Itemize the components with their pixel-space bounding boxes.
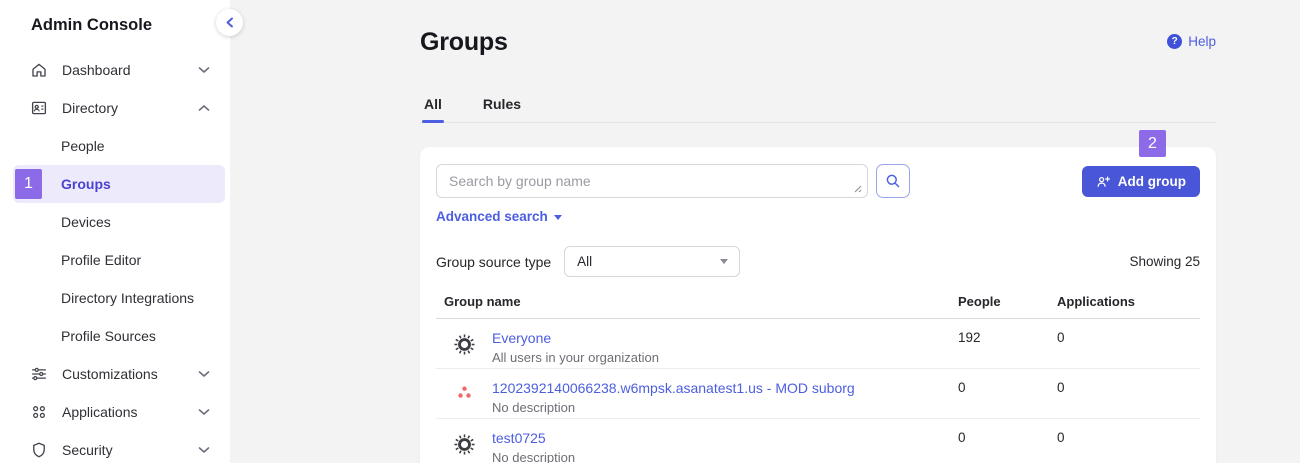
- advanced-search-label: Advanced search: [436, 209, 548, 224]
- sidebar-nav: Dashboard Directory People 1 Groups: [0, 51, 230, 463]
- groups-table: Group name People Applications Everyone …: [436, 294, 1200, 463]
- table-header: Group name People Applications: [436, 294, 1200, 319]
- sidebar-item-label: Profile Sources: [61, 328, 156, 344]
- table-row: Everyone All users in your organization …: [436, 319, 1200, 369]
- tab-rules[interactable]: Rules: [481, 96, 523, 122]
- asana-dots-icon: [436, 380, 492, 402]
- sidebar-item-label: Profile Editor: [61, 252, 141, 268]
- sidebar-item-label: Security: [62, 442, 113, 458]
- group-name-cell: Everyone All users in your organization: [492, 330, 958, 364]
- caret-down-icon: [554, 215, 562, 220]
- table-row: test0725 No description 0 0: [436, 419, 1200, 463]
- sidebar-item-label: Directory Integrations: [61, 290, 194, 306]
- column-people: People: [958, 294, 1057, 309]
- sidebar-item-groups[interactable]: 1 Groups: [13, 165, 225, 203]
- group-source-type-label: Group source type: [436, 254, 551, 270]
- sidebar: Admin Console Dashboard Directory: [0, 0, 230, 463]
- sidebar-item-dashboard[interactable]: Dashboard: [0, 51, 230, 89]
- sidebar-item-applications[interactable]: Applications: [0, 393, 230, 431]
- applications-count: 0: [1057, 380, 1200, 395]
- people-count: 0: [958, 430, 1057, 445]
- shield-icon: [30, 441, 49, 460]
- table-row: 1202392140066238.w6mpsk.asanatest1.us - …: [436, 369, 1200, 419]
- main-content: Groups ? Help All Rules 2: [230, 0, 1300, 463]
- group-name-cell: 1202392140066238.w6mpsk.asanatest1.us - …: [492, 380, 958, 414]
- sidebar-item-people[interactable]: People: [0, 127, 230, 165]
- app-grid-icon: [30, 403, 49, 422]
- add-group-icon: [1096, 174, 1111, 189]
- group-name-link[interactable]: test0725: [492, 431, 546, 446]
- resize-grip-icon[interactable]: [853, 184, 862, 193]
- step-annotation-1: 1: [15, 169, 42, 199]
- sidebar-item-devices[interactable]: Devices: [0, 203, 230, 241]
- help-label: Help: [1188, 34, 1216, 49]
- group-source-type-select[interactable]: All: [564, 246, 740, 277]
- group-description: All users in your organization: [492, 351, 958, 364]
- tab-bar: All Rules: [420, 96, 1216, 123]
- people-count: 0: [958, 380, 1057, 395]
- applications-count: 0: [1057, 330, 1200, 345]
- app-root: Admin Console Dashboard Directory: [0, 0, 1300, 463]
- group-name-cell: test0725 No description: [492, 430, 958, 463]
- step-annotation-2: 2: [1139, 130, 1166, 157]
- sidebar-item-profile-editor[interactable]: Profile Editor: [0, 241, 230, 279]
- group-description: No description: [492, 401, 958, 414]
- caret-down-icon: [720, 259, 728, 264]
- search-toolbar: Add group: [436, 164, 1200, 198]
- groups-panel: 2 Add group: [420, 147, 1216, 463]
- search-icon: [885, 173, 901, 189]
- showing-count: Showing 25: [1129, 254, 1200, 269]
- chevron-up-icon: [198, 104, 210, 112]
- applications-count: 0: [1057, 430, 1200, 445]
- sidebar-item-label: Applications: [62, 404, 138, 420]
- filter-row: Group source type All Showing 25: [436, 246, 1200, 277]
- sliders-icon: [30, 365, 49, 384]
- chevron-down-icon: [198, 446, 210, 454]
- app-title: Admin Console: [0, 0, 230, 35]
- column-applications: Applications: [1057, 294, 1200, 309]
- home-icon: [30, 61, 49, 80]
- sidebar-item-label: Devices: [61, 214, 111, 230]
- directory-card-icon: [30, 99, 49, 118]
- select-value: All: [577, 254, 592, 269]
- page-header: Groups ? Help: [420, 30, 1216, 55]
- group-description: No description: [492, 451, 958, 463]
- sidebar-item-label: Customizations: [62, 366, 158, 382]
- add-group-button[interactable]: Add group: [1082, 166, 1200, 197]
- advanced-search-link[interactable]: Advanced search: [436, 209, 562, 224]
- people-count: 192: [958, 330, 1057, 345]
- okta-group-icon: [436, 330, 492, 356]
- sidebar-item-security[interactable]: Security: [0, 431, 230, 463]
- sidebar-item-profile-sources[interactable]: Profile Sources: [0, 317, 230, 355]
- chevron-down-icon: [198, 66, 210, 74]
- help-link[interactable]: ? Help: [1167, 34, 1216, 49]
- chevron-down-icon: [198, 408, 210, 416]
- tab-all[interactable]: All: [422, 96, 444, 122]
- search-box: [436, 164, 868, 198]
- page-title: Groups: [420, 30, 508, 55]
- help-icon: ?: [1167, 34, 1182, 49]
- chevron-down-icon: [198, 370, 210, 378]
- group-name-link[interactable]: Everyone: [492, 331, 551, 346]
- sidebar-collapse-button[interactable]: [216, 9, 243, 36]
- search-input[interactable]: [449, 173, 841, 189]
- sidebar-item-label: Groups: [61, 176, 111, 192]
- okta-group-icon: [436, 430, 492, 456]
- chevron-left-icon: [225, 17, 234, 28]
- sidebar-item-customizations[interactable]: Customizations: [0, 355, 230, 393]
- search-button[interactable]: [876, 164, 910, 198]
- sidebar-item-directory[interactable]: Directory: [0, 89, 230, 127]
- group-name-link[interactable]: 1202392140066238.w6mpsk.asanatest1.us - …: [492, 381, 855, 396]
- sidebar-item-directory-integrations[interactable]: Directory Integrations: [0, 279, 230, 317]
- column-group-name: Group name: [444, 294, 958, 309]
- sidebar-item-label: Dashboard: [62, 62, 131, 78]
- add-group-label: Add group: [1118, 174, 1186, 189]
- sidebar-item-label: Directory: [62, 100, 118, 116]
- sidebar-item-label: People: [61, 138, 105, 154]
